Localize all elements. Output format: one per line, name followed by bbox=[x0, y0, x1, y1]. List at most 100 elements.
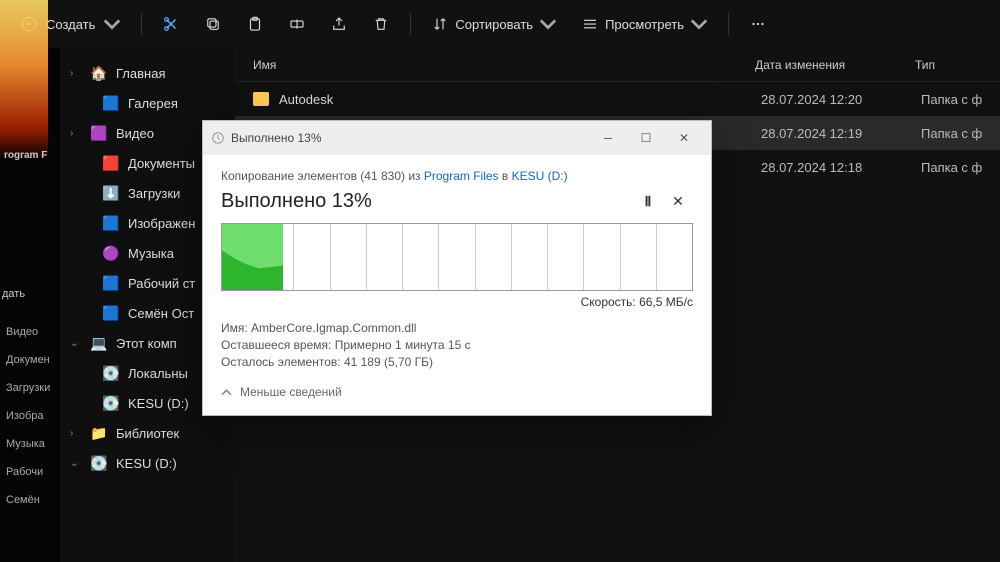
row-type: Папка с ф bbox=[921, 126, 1000, 141]
chevron-up-icon bbox=[221, 387, 232, 398]
progress-heading: Выполнено 13% bbox=[221, 190, 633, 213]
nav-icon: 🟪 bbox=[90, 124, 108, 142]
share-icon bbox=[330, 15, 348, 33]
toolbar: Создать Сортировать Просмотреть bbox=[0, 0, 1000, 48]
share-button[interactable] bbox=[320, 6, 358, 42]
nav-label: Изображен bbox=[128, 216, 195, 231]
rename-icon bbox=[288, 15, 306, 33]
nav-label: Главная bbox=[116, 66, 165, 81]
column-headers: Имя Дата изменения Тип bbox=[235, 48, 1000, 82]
chevron-icon: ⌄ bbox=[70, 458, 82, 469]
rename-button[interactable] bbox=[278, 6, 316, 42]
row-name: Autodesk bbox=[279, 92, 761, 107]
view-button[interactable]: Просмотреть bbox=[571, 6, 718, 42]
dots-icon bbox=[749, 15, 767, 33]
speed-readout: Скорость: 66,5 МБ/с bbox=[221, 295, 693, 309]
minimize-button[interactable]: ─ bbox=[589, 124, 627, 152]
file-row[interactable]: Autodesk28.07.2024 12:20Папка с ф bbox=[235, 82, 1000, 116]
source-line: Копирование элементов (41 830) из Progra… bbox=[221, 169, 693, 183]
chevron-down-icon bbox=[539, 15, 557, 33]
strip-item[interactable]: Музыка bbox=[0, 430, 60, 458]
view-icon bbox=[581, 15, 599, 33]
items-remaining-line: Осталось элементов: 41 189 (5,70 ГБ) bbox=[221, 355, 693, 369]
nav-icon: 🟦 bbox=[102, 94, 120, 112]
nav-icon: 🟥 bbox=[102, 154, 120, 172]
close-button[interactable]: ✕ bbox=[665, 124, 703, 152]
nav-item[interactable]: › 🏠 Главная bbox=[64, 58, 231, 88]
cancel-button[interactable]: ✕ bbox=[663, 187, 693, 215]
chevron-down-icon bbox=[103, 15, 121, 33]
strip-item[interactable]: Докумен bbox=[0, 346, 60, 374]
chevron-icon: › bbox=[70, 428, 82, 439]
separator bbox=[728, 13, 729, 35]
nav-icon: 🟦 bbox=[102, 214, 120, 232]
titlebar[interactable]: Выполнено 13% ─ ☐ ✕ bbox=[203, 121, 711, 155]
col-name[interactable]: Имя bbox=[235, 58, 755, 72]
time-remaining-line: Оставшееся время: Примерно 1 минута 15 с bbox=[221, 338, 693, 352]
nav-icon: ⬇️ bbox=[102, 184, 120, 202]
clock-icon bbox=[211, 131, 225, 145]
folder-icon bbox=[253, 92, 269, 106]
pause-button[interactable]: Ⅱ bbox=[633, 187, 663, 215]
nav-label: Загрузки bbox=[128, 186, 180, 201]
copy-icon bbox=[204, 15, 222, 33]
nav-label: Семён Ост bbox=[128, 306, 194, 321]
row-type: Папка с ф bbox=[921, 92, 1000, 107]
fewer-details-toggle[interactable]: Меньше сведений bbox=[221, 385, 693, 399]
nav-item[interactable]: › 📁 Библиотек bbox=[64, 418, 231, 448]
nav-icon: 🏠 bbox=[90, 64, 108, 82]
cut-icon bbox=[162, 15, 180, 33]
chevron-icon: › bbox=[70, 68, 82, 79]
strip-item[interactable]: Видео bbox=[0, 318, 60, 346]
nav-icon: 💽 bbox=[102, 364, 120, 382]
trash-icon bbox=[372, 15, 390, 33]
paste-button[interactable] bbox=[236, 6, 274, 42]
row-type: Папка с ф bbox=[921, 160, 1000, 175]
nav-item[interactable]: 🟦 Галерея bbox=[64, 88, 231, 118]
col-type[interactable]: Тип bbox=[915, 58, 1000, 72]
maximize-button[interactable]: ☐ bbox=[627, 124, 665, 152]
strip-item[interactable]: Семён bbox=[0, 486, 60, 514]
dialog-title: Выполнено 13% bbox=[231, 131, 322, 145]
nav-label: Локальны bbox=[128, 366, 188, 381]
action-fragment: дать bbox=[2, 288, 25, 300]
speed-chart bbox=[221, 223, 693, 291]
nav-icon: 🟦 bbox=[102, 274, 120, 292]
strip-item[interactable]: Загрузки bbox=[0, 374, 60, 402]
nav-label: Библиотек bbox=[116, 426, 179, 441]
new-label: Создать bbox=[46, 17, 95, 32]
copy-dialog: Выполнено 13% ─ ☐ ✕ Копирование элементо… bbox=[202, 120, 712, 416]
col-date[interactable]: Дата изменения bbox=[755, 58, 915, 72]
nav-icon: 💽 bbox=[102, 394, 120, 412]
delete-button[interactable] bbox=[362, 6, 400, 42]
sort-icon bbox=[431, 15, 449, 33]
nav-icon: 📁 bbox=[90, 424, 108, 442]
sort-button[interactable]: Сортировать bbox=[421, 6, 567, 42]
strip-item[interactable]: Изобра bbox=[0, 402, 60, 430]
nav-label: KESU (D:) bbox=[116, 456, 177, 471]
row-date: 28.07.2024 12:18 bbox=[761, 160, 921, 175]
sort-label: Сортировать bbox=[455, 17, 533, 32]
nav-label: Галерея bbox=[128, 96, 178, 111]
paste-icon bbox=[246, 15, 264, 33]
nav-icon: 💽 bbox=[90, 454, 108, 472]
nav-label: Видео bbox=[116, 126, 154, 141]
copy-button[interactable] bbox=[194, 6, 232, 42]
nav-icon: 🟣 bbox=[102, 244, 120, 262]
nav-item[interactable]: ⌄ 💽 KESU (D:) bbox=[64, 448, 231, 478]
source-link[interactable]: Program Files bbox=[424, 169, 499, 183]
nav-label: Рабочий ст bbox=[128, 276, 195, 291]
desktop-wallpaper bbox=[0, 0, 48, 160]
separator bbox=[410, 13, 411, 35]
chevron-icon: › bbox=[70, 128, 82, 139]
cut-button[interactable] bbox=[152, 6, 190, 42]
nav-label: Музыка bbox=[128, 246, 174, 261]
more-button[interactable] bbox=[739, 6, 777, 42]
strip-item[interactable]: Рабочи bbox=[0, 458, 60, 486]
chevron-icon: ⌄ bbox=[70, 338, 82, 349]
address-fragment: rogram F bbox=[4, 150, 47, 161]
row-date: 28.07.2024 12:19 bbox=[761, 126, 921, 141]
chevron-down-icon bbox=[690, 15, 708, 33]
dest-link[interactable]: KESU (D:) bbox=[512, 169, 568, 183]
nav-icon: 🟦 bbox=[102, 304, 120, 322]
